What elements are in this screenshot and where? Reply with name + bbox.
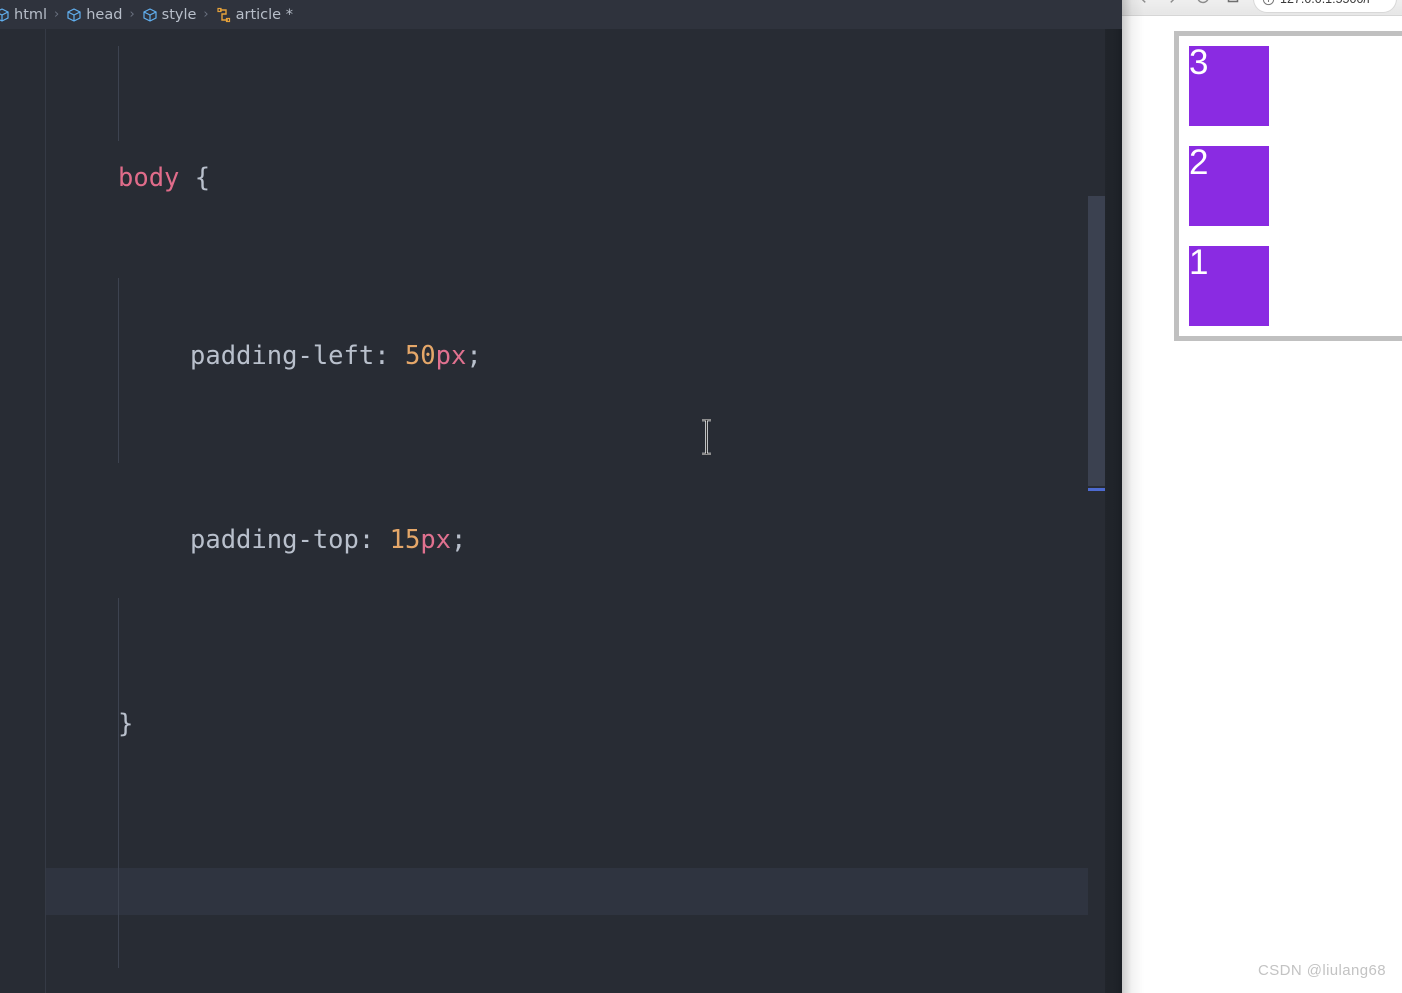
css-number: 50 (404, 341, 436, 371)
breadcrumb-item-article[interactable]: article * (216, 7, 293, 23)
forward-button[interactable] (1158, 0, 1188, 12)
brace-close: } (118, 709, 134, 739)
css-unit: px (420, 525, 452, 555)
html-tag-icon (0, 7, 10, 23)
stop-square-icon (1227, 0, 1239, 3)
css-unit: px (435, 341, 467, 371)
info-circle-icon (1262, 0, 1275, 5)
css-property: padding-left (190, 341, 375, 371)
code-text[interactable]: body { padding-left: 50px; padding-top: … (0, 29, 1105, 993)
breadcrumb-label-style: style (161, 6, 197, 23)
breadcrumb-item-html[interactable]: html (0, 7, 47, 23)
rendered-page-viewport: 1 2 3 (1122, 16, 1402, 993)
breadcrumb-item-head[interactable]: head (66, 7, 122, 23)
breadcrumb-separator: › (203, 7, 209, 22)
reload-button[interactable] (1188, 0, 1218, 12)
url-bar[interactable]: 127.0.0.1:5500/i (1254, 0, 1396, 12)
chevron-right-icon (1170, 0, 1175, 3)
css-number: 15 (389, 525, 421, 555)
breadcrumb-item-style[interactable]: style (142, 6, 197, 23)
article-child-item: 2 (1179, 136, 1279, 236)
breadcrumb-label-article: article * (235, 6, 293, 23)
code-line: } (0, 701, 1105, 747)
stop-button[interactable] (1218, 0, 1248, 12)
breadcrumb-separator: › (129, 7, 135, 22)
article-element: 1 2 3 (1174, 31, 1402, 341)
css-rule-icon (216, 7, 232, 23)
breadcrumb-label-head: head (86, 6, 123, 23)
breadcrumb-separator: › (54, 7, 60, 22)
code-editor-pane: html › head › style › article * body {p… (0, 0, 1122, 993)
html-tag-icon (66, 7, 82, 23)
article-child-item: 1 (1179, 236, 1279, 336)
toolbar-fade-overlay (1122, 14, 1402, 26)
breadcrumb: html › head › style › article * (0, 0, 1122, 29)
article-child-item: 3 (1179, 36, 1279, 136)
chevron-left-icon (1141, 0, 1146, 3)
html-tag-icon (142, 7, 158, 23)
code-line: padding-left: 50px; (190, 341, 482, 371)
breadcrumb-label-html: html (14, 6, 48, 23)
css-property: padding-top (190, 525, 359, 555)
css-selector: body (118, 163, 180, 193)
code-line: body { (0, 165, 1105, 195)
back-button[interactable] (1128, 0, 1158, 12)
watermark: CSDN @liulang68 (1258, 962, 1386, 979)
brace-open: { (179, 163, 211, 193)
browser-preview-pane: 127.0.0.1:5500/i 1 2 3 (1122, 0, 1402, 993)
editor-scrollbar-track[interactable] (1088, 29, 1105, 993)
url-text: 127.0.0.1:5500/i (1280, 0, 1370, 6)
reload-icon (1197, 0, 1209, 4)
editor-scrollbar-thumb[interactable] (1088, 196, 1105, 486)
code-line: padding-top: 15px; (190, 525, 467, 555)
editor-scrollbar-marker (1088, 488, 1105, 491)
editor-pane-edge (1105, 0, 1122, 993)
app-root: html › head › style › article * body {p… (0, 0, 1402, 993)
